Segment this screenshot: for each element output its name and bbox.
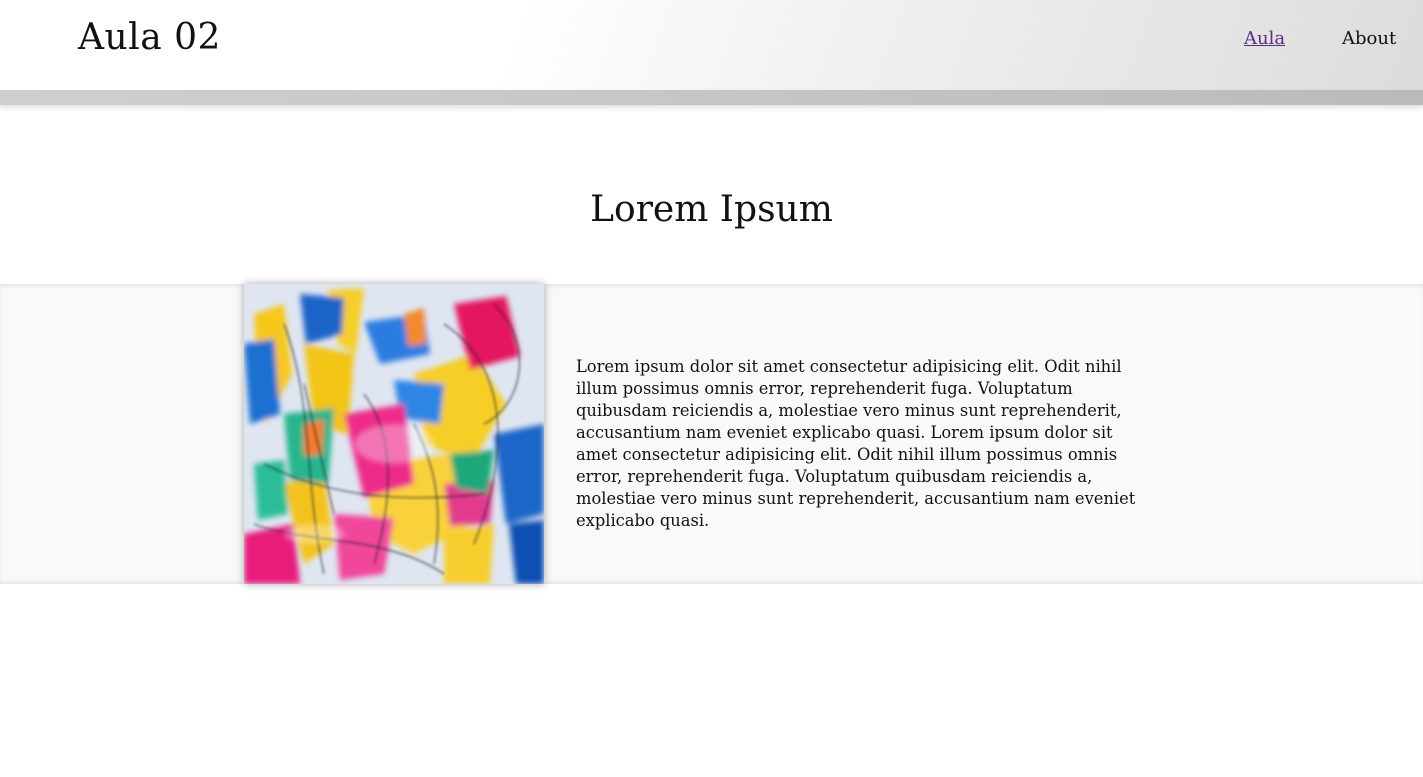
nav-link-about[interactable]: About [1342,26,1396,52]
content-band: Lorem ipsum dolor sit amet consectetur a… [0,284,1423,584]
body-paragraph: Lorem ipsum dolor sit amet consectetur a… [576,357,1136,530]
site-title: Aula 02 [78,17,221,58]
abstract-painting-image [244,284,544,584]
page-heading: Lorem Ipsum [590,189,833,230]
nav-link-aula[interactable]: Aula [1244,26,1285,52]
main-nav: Aula About [1123,26,1423,52]
site-header: Aula 02 Aula About [0,0,1423,90]
header-divider-bar [0,90,1423,105]
